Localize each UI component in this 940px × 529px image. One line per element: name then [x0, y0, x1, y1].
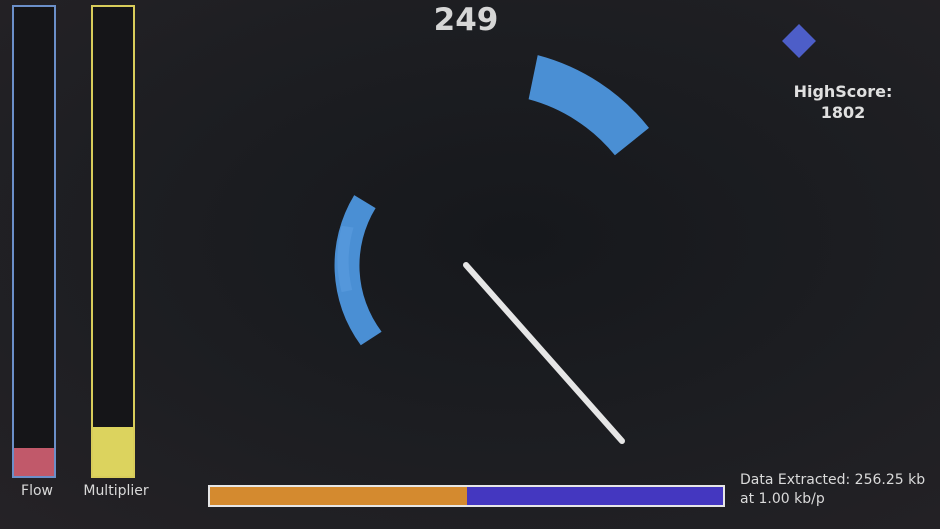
game-screen[interactable]: Flow Multiplier 249 HighScore: 1802 Data…: [0, 0, 940, 529]
data-progress-fill: [210, 487, 467, 505]
data-progress-bar: [208, 485, 725, 507]
data-extracted-info: Data Extracted: 256.25 kb at 1.00 kb/p: [740, 471, 935, 509]
aim-needle: [463, 262, 625, 444]
game-arena[interactable]: [0, 0, 940, 529]
outer-arc-segment: [528, 55, 649, 156]
data-rate-label: at 1.00 kb/p: [740, 491, 825, 507]
data-extracted-label: Data Extracted: 256.25 kb: [740, 472, 926, 488]
